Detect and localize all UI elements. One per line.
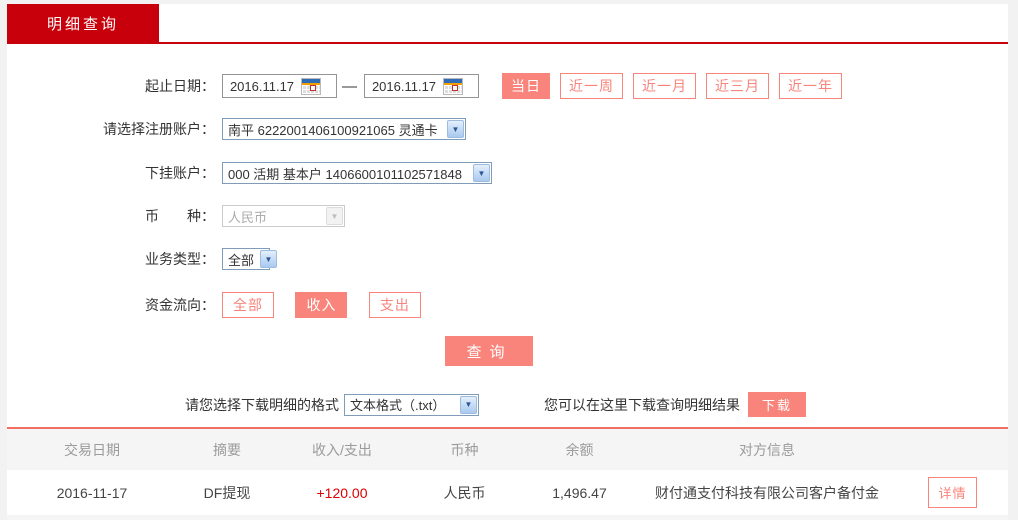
- detail-button[interactable]: 详情: [928, 477, 977, 508]
- header-summary: 摘要: [213, 441, 241, 458]
- fund-flow-options: 全部 收入 支出: [222, 292, 438, 318]
- header-amount: 收入/支出: [312, 441, 372, 458]
- business-type-value: 全部: [228, 252, 255, 268]
- calendar-icon[interactable]: [443, 77, 463, 95]
- form-row-sub-account: 下挂账户： 000 活期 基本户 1406600101102571848 ▼: [7, 162, 1008, 184]
- chevron-down-icon[interactable]: ▼: [460, 395, 477, 414]
- range-week-button[interactable]: 近一周: [560, 73, 623, 99]
- form-row-currency: 币 种： 人民币 ▼: [7, 205, 1008, 227]
- cell-currency: 人民币: [443, 484, 486, 501]
- header-balance: 余额: [565, 441, 594, 458]
- cell-amount: +120.00: [316, 484, 368, 501]
- register-account-select[interactable]: 南平 6222001406100921065 灵通卡 ▼: [222, 118, 466, 140]
- chevron-down-icon: ▼: [326, 207, 343, 225]
- cell-balance: 1,496.47: [552, 484, 607, 501]
- cell-action: 详情: [897, 477, 1008, 508]
- end-date-input[interactable]: [365, 78, 443, 94]
- form-row-register-account: 请选择注册账户： 南平 6222001406100921065 灵通卡 ▼: [7, 118, 1008, 140]
- chevron-down-icon[interactable]: ▼: [473, 164, 490, 182]
- flow-all-button[interactable]: 全部: [222, 292, 274, 318]
- range-month-button[interactable]: 近一月: [633, 73, 696, 99]
- query-row: 查询: [7, 336, 1008, 366]
- currency-value: 人民币: [228, 209, 268, 225]
- table-row: 2016-11-17 DF提现 +120.00 人民币 1,496.47 财付通…: [7, 470, 1008, 515]
- tab-detail-query[interactable]: 明细查询: [7, 4, 159, 42]
- start-date-input[interactable]: [223, 78, 301, 94]
- tab-bar: 明细查询: [7, 4, 1008, 44]
- form-row-business-type: 业务类型： 全部 ▼: [7, 248, 1008, 270]
- download-row: 请您选择下载明细的格式 文本格式（.txt） ▼ 您可以在这里下载查询明细结果 …: [7, 392, 1008, 417]
- date-separator: —: [342, 77, 357, 95]
- range-quarter-button[interactable]: 近三月: [706, 73, 769, 99]
- currency-label: 币 种：: [145, 208, 215, 224]
- content-panel: 明细查询 起止日期： — 当日 近一周 近一月 近三月 近一年: [7, 4, 1008, 520]
- register-account-label: 请选择注册账户：: [103, 121, 215, 137]
- header-date: 交易日期: [64, 441, 120, 458]
- table-row-partial: 详情: [7, 515, 1008, 520]
- query-form: 起止日期： — 当日 近一周 近一月 近三月 近一年 请选择注册账户：: [7, 44, 1008, 417]
- sub-account-label: 下挂账户：: [145, 165, 215, 181]
- download-format-value: 文本格式（.txt）: [350, 398, 446, 413]
- currency-select: 人民币 ▼: [222, 205, 345, 227]
- business-type-label: 业务类型：: [145, 251, 215, 267]
- page: 明细查询 起止日期： — 当日 近一周 近一月 近三月 近一年: [0, 0, 1018, 520]
- date-range-label: 起止日期：: [145, 78, 215, 94]
- cell-summary: DF提现: [203, 484, 251, 501]
- end-date-field[interactable]: [364, 74, 479, 98]
- form-row-dates: 起止日期： — 当日 近一周 近一月 近三月 近一年: [7, 73, 1008, 99]
- cell-counterparty: 财付通支付科技有限公司客户备付金: [655, 484, 879, 501]
- download-format-select[interactable]: 文本格式（.txt） ▼: [344, 393, 479, 416]
- header-currency: 币种: [450, 441, 479, 458]
- sub-account-value: 000 活期 基本户 1406600101102571848: [228, 166, 462, 182]
- start-date-field[interactable]: [222, 74, 337, 98]
- cell-date: 2016-11-17: [56, 484, 128, 501]
- chevron-down-icon[interactable]: ▼: [447, 120, 464, 138]
- results-table: 交易日期 摘要 收入/支出 币种 余额 对方信息 2016-11-17 DF提现…: [7, 427, 1008, 520]
- download-format-label: 请您选择下载明细的格式: [185, 396, 339, 413]
- business-type-select[interactable]: 全部 ▼: [222, 248, 278, 270]
- range-year-button[interactable]: 近一年: [779, 73, 842, 99]
- sub-account-select[interactable]: 000 活期 基本户 1406600101102571848 ▼: [222, 162, 492, 184]
- table-header-row: 交易日期 摘要 收入/支出 币种 余额 对方信息: [7, 429, 1008, 470]
- form-row-fund-flow: 资金流向： 全部 收入 支出: [7, 292, 1008, 318]
- download-hint: 您可以在这里下载查询明细结果: [544, 396, 740, 413]
- chevron-down-icon[interactable]: ▼: [260, 250, 278, 268]
- fund-flow-label: 资金流向：: [145, 297, 215, 313]
- header-counterparty: 对方信息: [739, 441, 795, 458]
- range-today-button[interactable]: 当日: [502, 73, 550, 99]
- query-button[interactable]: 查询: [444, 336, 533, 366]
- flow-expense-button[interactable]: 支出: [368, 292, 421, 318]
- flow-income-button[interactable]: 收入: [295, 292, 348, 318]
- calendar-icon[interactable]: [301, 77, 321, 95]
- download-button[interactable]: 下载: [748, 392, 806, 417]
- register-account-value: 南平 6222001406100921065 灵通卡: [228, 122, 438, 138]
